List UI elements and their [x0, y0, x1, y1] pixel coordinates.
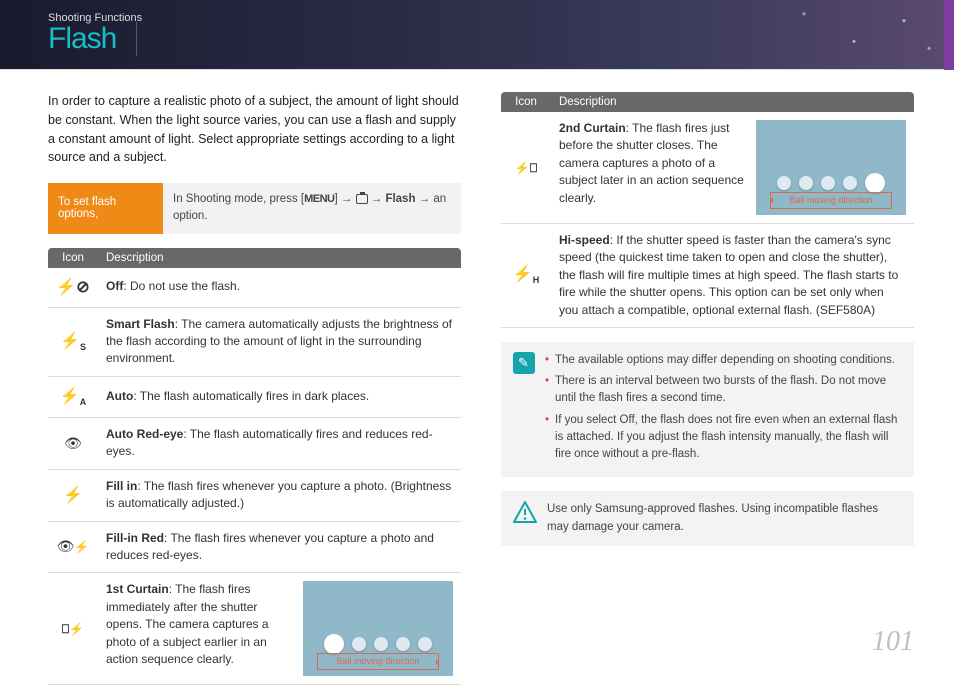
- row-title: Smart Flash: [106, 317, 175, 331]
- intro-text: In order to capture a realistic photo of…: [48, 92, 461, 167]
- howto-label: To set flash options,: [48, 183, 163, 234]
- note-item: If you select Off, the flash does not fi…: [545, 412, 902, 464]
- howto-box: To set flash options, In Shooting mode, …: [48, 183, 461, 234]
- row-body: : Do not use the flash.: [123, 279, 240, 293]
- page-number: 101: [872, 626, 914, 658]
- smart-flash-icon: ⚡S: [48, 307, 98, 376]
- table-row: ⚡S Smart Flash: The camera automatically…: [48, 307, 461, 376]
- row-title: 1st Curtain: [106, 582, 169, 596]
- note-item: The available options may differ dependi…: [545, 352, 902, 369]
- note-item: There is an interval between two bursts …: [545, 373, 902, 408]
- warning-box: Use only Samsung-approved flashes. Using…: [501, 491, 914, 546]
- first-curtain-photo: Ball moving direction: [303, 581, 453, 676]
- breadcrumb: Shooting Functions: [48, 12, 954, 24]
- second-curtain-photo: Ball moving direction: [756, 120, 906, 215]
- howto-pre: In Shooting mode, press [: [173, 193, 304, 205]
- row-body: : If the shutter speed is faster than th…: [559, 233, 898, 317]
- table-row: ⚡H Hi-speed: If the shutter speed is fas…: [501, 224, 914, 328]
- table-row: ⚡ Fill-in Red: The flash fires whenever …: [48, 521, 461, 573]
- th-icon: Icon: [501, 92, 551, 112]
- table-row: Auto Red-eye: The flash automatically fi…: [48, 418, 461, 470]
- warning-text: Use only Samsung-approved flashes. Using…: [547, 501, 902, 536]
- page-header: Shooting Functions Flash: [0, 0, 954, 70]
- flash-table-right: Icon Description ⚡⎕ 2nd Curtain: The fla…: [501, 92, 914, 328]
- row-title: Off: [106, 279, 123, 293]
- row-title: 2nd Curtain: [559, 121, 626, 135]
- note-icon: [513, 352, 535, 374]
- ball-direction-label: Ball moving direction: [317, 653, 439, 670]
- table-row: ⎕⚡ 1st Curtain: The flash fires immediat…: [48, 573, 461, 685]
- auto-redeye-icon: [48, 418, 98, 470]
- camera-icon: [356, 194, 368, 204]
- row-body: : The flash fires whenever you capture a…: [106, 479, 451, 510]
- menu-key: MENU: [304, 193, 334, 205]
- warning-icon: [513, 501, 537, 523]
- howto-steps: In Shooting mode, press [MENU] → → Flash…: [163, 183, 461, 234]
- right-column: Icon Description ⚡⎕ 2nd Curtain: The fla…: [501, 92, 914, 685]
- note-list: The available options may differ dependi…: [545, 352, 902, 468]
- auto-flash-icon: ⚡A: [48, 376, 98, 417]
- hispeed-icon: ⚡H: [501, 224, 551, 328]
- th-desc: Description: [551, 92, 914, 112]
- row-title: Auto: [106, 389, 133, 403]
- page-title: Flash: [48, 22, 137, 56]
- content-columns: In order to capture a realistic photo of…: [0, 70, 954, 685]
- table-row: ⚡A Auto: The flash automatically fires i…: [48, 376, 461, 417]
- left-column: In order to capture a realistic photo of…: [48, 92, 461, 685]
- row-title: Fill-in Red: [106, 531, 164, 545]
- second-curtain-icon: ⚡⎕: [501, 112, 551, 224]
- howto-mid1: ] →: [334, 193, 355, 205]
- flash-table-left: Icon Description ⚡⊘ Off: Do not use the …: [48, 248, 461, 685]
- row-title: Fill in: [106, 479, 137, 493]
- table-row: ⚡⊘ Off: Do not use the flash.: [48, 268, 461, 308]
- table-row: ⚡ Fill in: The flash fires whenever you …: [48, 469, 461, 521]
- row-body: : The flash automatically fires in dark …: [133, 389, 369, 403]
- row-title: Auto Red-eye: [106, 427, 183, 441]
- th-desc: Description: [98, 248, 461, 268]
- howto-mid2: →: [368, 193, 386, 205]
- table-row: ⚡⎕ 2nd Curtain: The flash fires just bef…: [501, 112, 914, 224]
- accent-bar: [944, 0, 954, 70]
- fillin-icon: ⚡: [48, 469, 98, 521]
- row-title: Hi-speed: [559, 233, 610, 247]
- first-curtain-icon: ⎕⚡: [48, 573, 98, 685]
- ball-direction-label: Ball moving direction: [770, 192, 892, 209]
- fillin-red-icon: ⚡: [48, 521, 98, 573]
- flash-off-icon: ⚡⊘: [48, 268, 98, 308]
- howto-flash: Flash: [385, 193, 415, 205]
- th-icon: Icon: [48, 248, 98, 268]
- note-box: The available options may differ dependi…: [501, 342, 914, 478]
